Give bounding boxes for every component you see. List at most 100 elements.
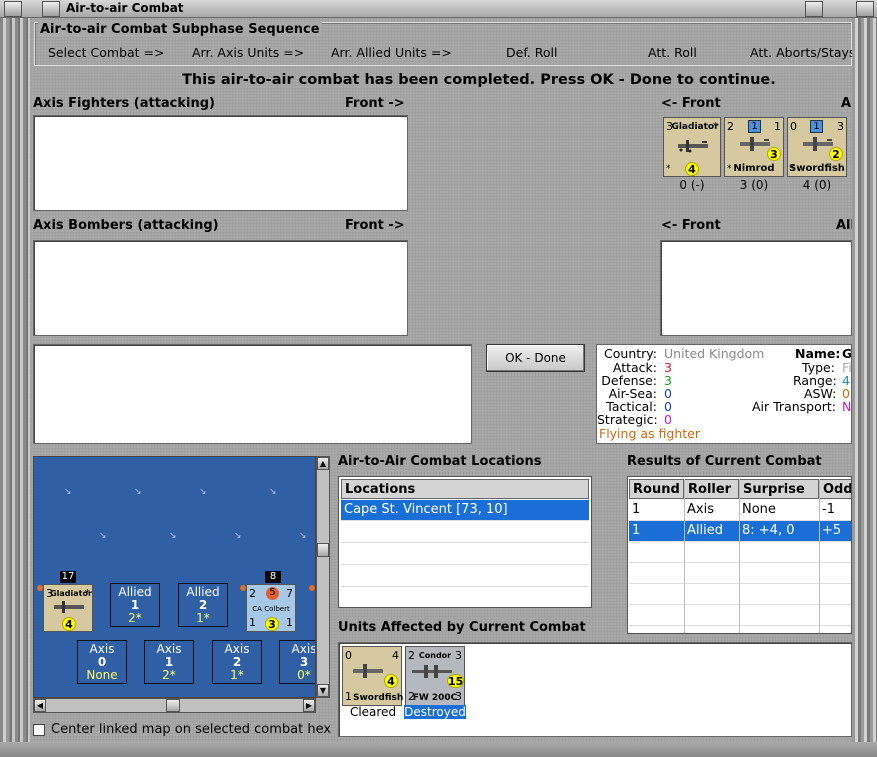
allied-fighters-front: <- Front — [661, 96, 721, 111]
affected-unit-swordfish[interactable]: 0 4 4 1 Swordfish — [342, 646, 403, 706]
seq-step-select-combat: Select Combat => — [48, 45, 165, 60]
unit-name: Nimrod — [733, 163, 775, 174]
axis-cell-2[interactable]: Axis 2 1* — [212, 640, 262, 684]
unit-mid: 5 — [266, 587, 279, 600]
ok-done-button[interactable]: OK - Done — [486, 344, 585, 372]
map-unit-gladiator[interactable]: 3 Gladiator * 4 — [43, 584, 93, 632]
results-header-roller[interactable]: Roller — [684, 479, 739, 499]
location-row-empty[interactable] — [341, 588, 589, 607]
unit-tl: 0 — [345, 649, 352, 662]
cell-title: Axis — [291, 642, 316, 656]
scroll-down-icon[interactable]: ▼ — [317, 684, 329, 697]
map-vertical-scrollbar[interactable]: ▲ ▼ — [316, 456, 330, 698]
unit-tr: 1 — [774, 120, 781, 133]
scroll-left-icon[interactable]: ◀ — [34, 699, 46, 712]
unit-box: 1 — [810, 120, 823, 133]
axis-fighters-box[interactable] — [33, 115, 408, 211]
axis-cell-1[interactable]: Axis 1 2* — [144, 640, 194, 684]
unit-range-circle: 4 — [62, 617, 76, 631]
center-map-label[interactable]: Center linked map on selected combat hex — [51, 722, 331, 737]
allied-unit-gladiator[interactable]: 3 Gladiator * * 4 — [663, 117, 721, 177]
mini-map[interactable]: ↘ ↘ ↘ ↘ ↘ ↘ ↘ ↘ 17 3 Gladiator * 4 Allie… — [33, 456, 316, 698]
seq-step-arr-axis: Arr. Axis Units => — [192, 45, 305, 60]
result-cell-surprise[interactable]: 8: +4, 0 — [739, 521, 819, 542]
cell-sub: 0* — [297, 668, 311, 682]
allied-cell-2[interactable]: Allied 2 1* — [178, 583, 228, 627]
locations-title: Air-to-Air Combat Locations — [338, 454, 542, 469]
scroll-up-icon[interactable]: ▲ — [317, 457, 329, 470]
axis-bombers-box[interactable] — [33, 240, 408, 336]
unit-br: 3 — [455, 690, 462, 703]
unit-range-circle: 15 — [447, 674, 464, 688]
cell-sub: 2* — [162, 668, 176, 682]
unit-tr: 7 — [286, 587, 293, 600]
result-cell-odds[interactable]: -1 — [819, 500, 851, 521]
cell-sub: 2* — [128, 611, 142, 625]
axis-cell-0[interactable]: Axis 0 None — [77, 640, 127, 684]
result-cell-round[interactable]: 1 — [629, 521, 684, 542]
info-name-label: Name: — [795, 346, 841, 361]
scroll-thumb[interactable] — [166, 699, 180, 712]
location-row-empty[interactable] — [341, 522, 589, 543]
location-row-empty[interactable] — [341, 566, 589, 587]
window-frame-left-inner — [10, 18, 30, 757]
location-row-empty[interactable] — [341, 544, 589, 565]
window-frame-bottom — [0, 742, 877, 757]
allied-fighters-label: A — [841, 96, 852, 111]
system-menu-button[interactable] — [4, 1, 22, 17]
allied-bombers-box[interactable] — [660, 240, 852, 336]
results-title: Results of Current Combat — [627, 454, 822, 469]
unit-range-circle: 4 — [384, 674, 398, 688]
seq-step-att-aborts: Att. Aborts/Stays — [750, 45, 852, 60]
status-message: This air-to-air combat has been complete… — [182, 72, 776, 88]
seq-step-att-roll: Att. Roll — [648, 45, 697, 60]
allied-cell-1[interactable]: Allied 1 2* — [110, 583, 160, 627]
results-header-round[interactable]: Round — [629, 479, 684, 499]
close-button[interactable] — [856, 1, 874, 17]
air-combat-window: Air-to-air Combat Air-to-air Combat Subp… — [0, 0, 877, 757]
result-cell-roller[interactable]: Axis — [684, 500, 739, 521]
title-left-button[interactable] — [42, 1, 60, 17]
allied-unit-status: 4 (0) — [802, 178, 832, 192]
locations-grid: Locations Cape St. Vincent [73, 10] — [338, 476, 592, 608]
affected-status: Cleared — [349, 705, 397, 719]
center-map-checkbox[interactable] — [33, 724, 45, 736]
axis-bombers-front: Front -> — [345, 218, 405, 233]
affected-unit-fw200c[interactable]: 2 Condor 3 15 2 FW 200C 3 — [405, 646, 465, 706]
map-unit-ca-colbert[interactable]: 2 5 7 CA Colbert 1 3 1 — [246, 584, 296, 632]
result-cell-round[interactable]: 1 — [629, 500, 684, 521]
info-strategic-label: Strategic: — [597, 412, 658, 427]
location-row[interactable]: Cape St. Vincent [73, 10] — [341, 500, 589, 521]
unit-bl: 1 — [345, 690, 352, 703]
notes-box — [33, 344, 472, 444]
cell-sub: 1* — [196, 611, 210, 625]
window-frame-right — [852, 18, 877, 757]
biplane-icon — [678, 140, 708, 153]
axis-fighters-front: Front -> — [345, 96, 405, 111]
window-title: Air-to-air Combat — [66, 1, 184, 15]
result-cell-roller[interactable]: Allied — [684, 521, 739, 542]
results-grid: Round Roller Surprise Odds 1 Axis None -… — [627, 476, 852, 634]
scroll-right-icon[interactable]: ▶ — [303, 699, 315, 712]
allied-unit-nimrod[interactable]: 2 1 1 3 * Nimrod — [724, 117, 784, 177]
result-cell-odds[interactable]: +5 — [819, 521, 851, 542]
unit-bl: 1 — [249, 616, 256, 629]
unit-attack: 0 — [790, 120, 797, 133]
map-horizontal-scrollbar[interactable]: ◀ ▶ — [33, 698, 316, 713]
info-country: United Kingdom — [664, 346, 765, 361]
axis-cell-3[interactable]: Axis 3 0* — [279, 640, 316, 684]
unit-info-panel: Country: United Kingdom Attack: 3 Defens… — [596, 344, 852, 444]
scroll-thumb[interactable] — [317, 543, 329, 557]
unit-name: CA Colbert — [252, 605, 290, 613]
cell-sub: None — [86, 668, 118, 682]
cell-sub: 1* — [230, 668, 244, 682]
unit-name: Swordfish — [789, 163, 845, 174]
locations-header: Locations — [341, 479, 589, 499]
info-flying: Flying as fighter — [599, 426, 700, 441]
minimize-button[interactable] — [805, 1, 823, 17]
stack-count: 17 — [60, 571, 76, 583]
results-header-surprise[interactable]: Surprise — [739, 479, 819, 499]
result-cell-surprise[interactable]: None — [739, 500, 819, 521]
results-header-odds[interactable]: Odds — [819, 479, 851, 499]
allied-unit-swordfish[interactable]: 0 1 3 2 * Swordfish — [787, 117, 847, 177]
